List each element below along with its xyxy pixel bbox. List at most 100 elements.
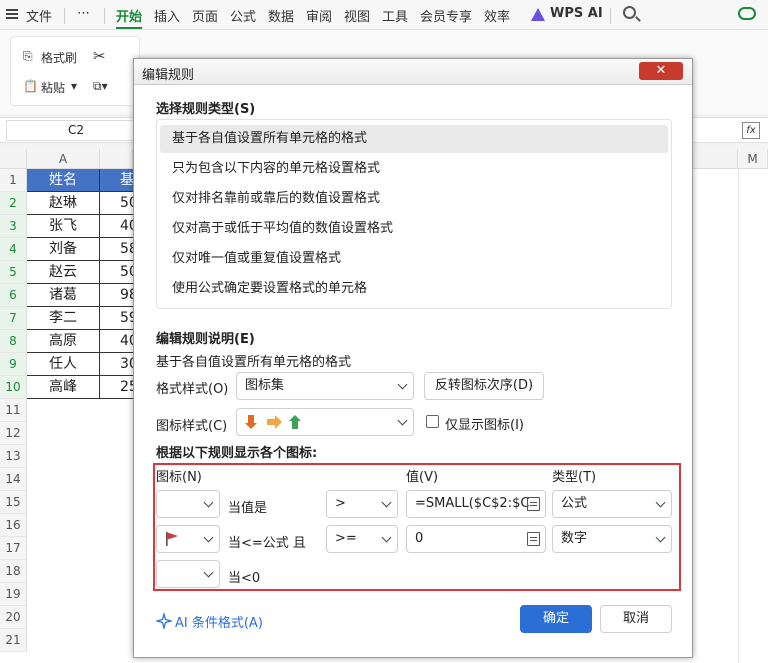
row-header[interactable]: 4 [0,238,27,261]
rule-type-item[interactable]: 只为包含以下内容的单元格设置格式 [160,155,668,183]
column-header-a[interactable]: A [27,149,100,169]
icon-style-dropdown[interactable] [236,408,414,436]
name-cell[interactable]: 张飞 [27,215,100,238]
paste-button[interactable]: 粘贴 [41,79,65,96]
close-button[interactable]: ✕ [639,62,683,80]
format-painter-button[interactable]: 格式刷 [41,49,77,66]
paste-dropdown-icon[interactable]: ▾ [71,79,77,93]
row-header[interactable]: 2 [0,192,27,215]
rule-type-item[interactable]: 仅对排名靠前或靠后的数值设置格式 [160,185,668,213]
icon-dropdown-2[interactable] [156,525,220,553]
row-header[interactable]: 20 [0,606,27,629]
format-style-label: 格式样式(O) [156,382,229,397]
name-cell[interactable]: 诸葛 [27,284,100,307]
show-icon-only-checkbox[interactable] [426,415,439,428]
row-header[interactable]: 18 [0,560,27,583]
rule-type-list: 基于各自值设置所有单元格的格式 只为包含以下内容的单元格设置格式 仅对排名靠前或… [156,119,672,309]
column-header-l[interactable] [693,149,738,169]
rule-type-item[interactable]: 使用公式确定要设置格式的单元格 [160,275,668,303]
select-all-corner[interactable] [0,149,27,169]
row-header[interactable]: 6 [0,284,27,307]
menu-more[interactable]: ⋯ [77,6,90,21]
name-cell[interactable]: 刘备 [27,238,100,261]
operator-dropdown-2[interactable]: >= [326,525,398,553]
type-dropdown-2[interactable]: 数字 [552,525,672,553]
row-header[interactable]: 15 [0,491,27,514]
menu-tab-efficiency[interactable]: 效率 [484,6,510,25]
name-box[interactable]: C2 [6,120,146,141]
row-header[interactable]: 11 [0,399,27,422]
row-header[interactable]: 10 [0,376,27,399]
hamburger-menu-icon[interactable] [6,9,18,19]
red-flag-icon [166,532,178,546]
row-header[interactable]: 17 [0,537,27,560]
wps-ai-icon [531,8,545,21]
row-header[interactable]: 5 [0,261,27,284]
copy-icon[interactable]: ⧉▾ [93,79,108,94]
row-header[interactable]: 1 [0,169,27,192]
cancel-button[interactable]: 取消 [600,605,672,633]
name-cell[interactable]: 赵琳 [27,192,100,215]
value-input-2[interactable]: 0 [406,525,546,553]
clipboard-group: ⎘ 格式刷 ✂ 📋 粘贴 ▾ ⧉▾ [10,36,140,106]
menu-file[interactable]: 文件 [26,6,52,25]
ok-button[interactable]: 确定 [520,605,592,633]
chevron-down-icon [381,497,392,508]
chevron-down-icon [655,532,666,543]
icon-dropdown-3[interactable] [156,560,220,588]
description-subtitle: 基于各自值设置所有单元格的格式 [156,355,352,370]
name-cell[interactable]: 赵云 [27,261,100,284]
format-style-dropdown[interactable]: 图标集 [236,372,414,400]
row-header[interactable]: 21 [0,629,27,652]
rule-type-item[interactable]: 仅对高于或低于平均值的数值设置格式 [160,215,668,243]
row-header[interactable]: 7 [0,307,27,330]
menu-tab-home[interactable]: 开始 [116,6,142,25]
menu-tab-page[interactable]: 页面 [192,6,218,25]
ai-conditional-format-link[interactable]: AI 条件格式(A) [175,612,263,631]
row-header[interactable]: 19 [0,583,27,606]
row-header[interactable]: 9 [0,353,27,376]
menu-divider [610,8,611,24]
function-icon[interactable]: fx [742,122,760,139]
reverse-icon-order-button[interactable]: 反转图标次序(D) [424,372,544,400]
row-header[interactable]: 8 [0,330,27,353]
row-header[interactable]: 13 [0,445,27,468]
range-select-icon[interactable] [527,532,540,546]
rule-type-item[interactable]: 仅对唯一值或重复值设置格式 [160,245,668,273]
format-painter-icon[interactable]: ⎘ [23,49,33,64]
show-icon-only-label[interactable]: 仅显示图标(I) [445,414,524,433]
menu-tab-review[interactable]: 审阅 [306,6,332,25]
menu-tab-formula[interactable]: 公式 [230,6,256,25]
dialog-title: 编辑规则 [142,68,195,83]
range-select-icon[interactable] [527,497,540,511]
menu-tab-data[interactable]: 数据 [268,6,294,25]
name-cell[interactable]: 李二 [27,307,100,330]
menu-tab-member[interactable]: 会员专享 [420,6,472,25]
name-cell[interactable]: 任人 [27,353,100,376]
menu-tab-tools[interactable]: 工具 [382,6,408,25]
menu-tab-view[interactable]: 视图 [344,6,370,25]
icon-dropdown-1[interactable] [156,490,220,518]
type-value-2: 数字 [561,531,588,546]
row-header[interactable]: 3 [0,215,27,238]
value-text-1: =SMALL($C$2:$C [415,496,530,511]
paste-icon[interactable]: 📋 [23,79,38,93]
cloud-sync-icon[interactable] [738,7,756,20]
menu-wps-ai[interactable]: WPS AI [550,6,603,21]
cut-icon[interactable]: ✂ [93,47,106,65]
row-header[interactable]: 16 [0,514,27,537]
name-cell[interactable]: 高峰 [27,376,100,399]
value-input-1[interactable]: =SMALL($C$2:$C [406,490,546,518]
header-cell[interactable]: 姓名 [27,169,100,192]
column-header-m[interactable]: M [738,149,768,169]
column-header-b[interactable] [100,149,133,169]
operator-dropdown-1[interactable]: > [326,490,398,518]
name-cell[interactable]: 高原 [27,330,100,353]
rule-type-item[interactable]: 基于各自值设置所有单元格的格式 [160,125,668,153]
type-dropdown-1[interactable]: 公式 [552,490,672,518]
row-header[interactable]: 14 [0,468,27,491]
row-header[interactable]: 12 [0,422,27,445]
menu-tab-insert[interactable]: 插入 [154,6,180,25]
operator-value-2: >= [335,531,357,546]
search-icon[interactable] [623,6,636,19]
